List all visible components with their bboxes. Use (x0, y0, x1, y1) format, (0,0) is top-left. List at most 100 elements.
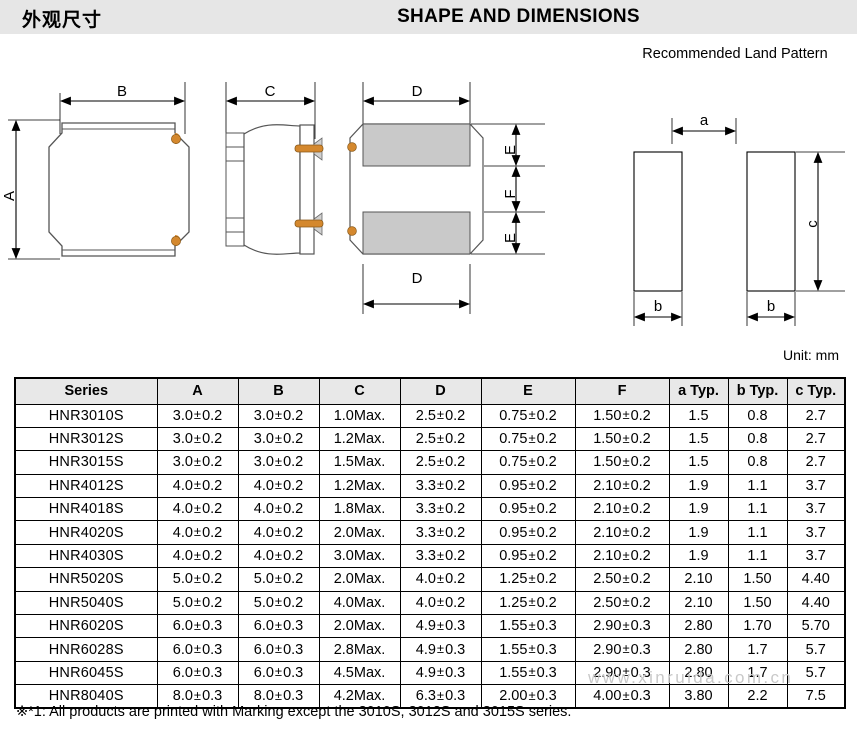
cell-a: 5.0±0.2 (156, 590, 239, 616)
cell-b-typ-: 1.50 (727, 567, 788, 592)
label-dim-a-land: a (700, 112, 709, 129)
cell-a: 3.0±0.2 (156, 426, 239, 452)
cell-series: HNR3010S (14, 403, 158, 428)
cell-series: HNR4030S (14, 543, 158, 569)
cell-c-typ-: 2.7 (786, 426, 846, 452)
drawing-side-view (225, 82, 316, 255)
cell-f: 2.90±0.3 (574, 637, 670, 662)
cell-a: 3.0±0.2 (156, 450, 239, 475)
cell-f: 2.10±0.2 (574, 520, 670, 545)
dimensions-table-wrapper: Series A B C D E F a Typ. b Typ. c Typ. … (14, 377, 846, 710)
cell-d: 4.0±0.2 (399, 590, 482, 616)
cell-b: 4.0±0.2 (237, 497, 320, 522)
cell-series: HNR4020S (14, 520, 158, 545)
cell-a-typ-: 1.5 (668, 450, 729, 475)
cell-b-typ-: 1.1 (727, 473, 788, 499)
cell-b: 3.0±0.2 (237, 426, 320, 452)
cell-c-typ-: 5.7 (786, 660, 846, 686)
table-body: HNR3010S 3.0±0.2 3.0±0.2 1.0Max. 2.5±0.2 0.75… (14, 403, 846, 709)
table-row: HNR4020S 4.0±0.2 4.0±0.2 2.0Max. 3.3±0.2 0.95… (14, 520, 846, 545)
cell-d: 4.9±0.3 (399, 637, 482, 662)
cell-a: 4.0±0.2 (156, 497, 239, 522)
cell-b: 5.0±0.2 (237, 590, 320, 616)
cell-c-typ-: 3.7 (786, 473, 846, 499)
cell-b: 6.0±0.3 (237, 614, 320, 639)
label-dim-d-bottom: D (412, 270, 423, 287)
cell-b-typ-: 1.7 (727, 660, 788, 686)
cell-b-typ-: 1.7 (727, 637, 788, 662)
cell-c-typ-: 7.5 (786, 684, 846, 709)
cell-d: 3.3±0.2 (399, 543, 482, 569)
cell-f: 2.10±0.2 (574, 473, 670, 499)
cell-e: 0.95±0.2 (480, 473, 576, 499)
cell-b-typ-: 2.2 (727, 684, 788, 709)
table-row: HNR6028S 6.0±0.3 6.0±0.3 2.8Max. 4.9±0.3 1.55… (14, 637, 846, 662)
cell-f: 1.50±0.2 (574, 450, 670, 475)
cell-b-typ-: 1.1 (727, 543, 788, 569)
cell-b-typ-: 0.8 (727, 426, 788, 452)
cell-c-typ-: 3.7 (786, 520, 846, 545)
col-header-a: A (156, 377, 239, 405)
cell-a-typ-: 2.80 (668, 614, 729, 639)
cell-e: 0.75±0.2 (480, 426, 576, 452)
cell-d: 4.0±0.2 (399, 567, 482, 592)
table-row: HNR4018S 4.0±0.2 4.0±0.2 1.8Max. 3.3±0.2 0.95… (14, 497, 846, 522)
cell-a-typ-: 1.9 (668, 543, 729, 569)
col-header-c: C (318, 377, 401, 405)
cell-d: 2.5±0.2 (399, 450, 482, 475)
cell-f: 2.10±0.2 (574, 497, 670, 522)
cell-series: HNR6045S (14, 660, 158, 686)
table-row: HNR6045S 6.0±0.3 6.0±0.3 4.5Max. 4.9±0.3 1.55… (14, 660, 846, 686)
col-header-e: E (480, 377, 576, 405)
label-dim-e-top: E (502, 145, 519, 155)
table-row: HNR5020S 5.0±0.2 5.0±0.2 2.0Max. 4.0±0.2 1.25… (14, 567, 846, 592)
cell-c: 2.0Max. (318, 520, 401, 545)
cell-b-typ-: 1.1 (727, 520, 788, 545)
cell-e: 1.55±0.3 (480, 614, 576, 639)
cell-f: 2.50±0.2 (574, 590, 670, 616)
cell-series: HNR3015S (14, 450, 158, 475)
cell-a-typ-: 1.9 (668, 473, 729, 499)
cell-c-typ-: 5.70 (786, 614, 846, 639)
cell-b: 3.0±0.2 (237, 403, 320, 428)
cell-series: HNR6028S (14, 637, 158, 662)
col-header-a-typ: a Typ. (668, 377, 729, 405)
table-row: HNR5040S 5.0±0.2 5.0±0.2 4.0Max. 4.0±0.2 1.25… (14, 590, 846, 616)
cell-e: 1.55±0.3 (480, 660, 576, 686)
col-header-c-typ: c Typ. (786, 377, 846, 405)
table-header-row: Series A B C D E F a Typ. b Typ. c Typ. (14, 377, 846, 405)
cell-c: 1.5Max. (318, 450, 401, 475)
cell-f: 2.90±0.3 (574, 614, 670, 639)
cell-a: 4.0±0.2 (156, 520, 239, 545)
cell-c: 1.8Max. (318, 497, 401, 522)
cell-c-typ-: 3.7 (786, 543, 846, 569)
cell-a-typ-: 1.9 (668, 520, 729, 545)
cell-d: 4.9±0.3 (399, 660, 482, 686)
label-dim-b-land-right: b (767, 298, 775, 315)
cell-f: 2.90±0.3 (574, 660, 670, 686)
cell-a-typ-: 3.80 (668, 684, 729, 709)
cell-c: 1.2Max. (318, 473, 401, 499)
cell-f: 2.50±0.2 (574, 567, 670, 592)
cell-c-typ-: 3.7 (786, 497, 846, 522)
cell-e: 0.75±0.2 (480, 403, 576, 428)
cell-b: 6.0±0.3 (237, 660, 320, 686)
cell-a-typ-: 1.5 (668, 426, 729, 452)
cell-series: HNR4018S (14, 497, 158, 522)
cell-series: HNR5020S (14, 567, 158, 592)
cell-e: 1.25±0.2 (480, 590, 576, 616)
cell-a-typ-: 2.80 (668, 637, 729, 662)
cell-c-typ-: 5.7 (786, 637, 846, 662)
cell-b: 4.0±0.2 (237, 473, 320, 499)
drawing-area: B A C D D E F E a b b c (0, 34, 857, 334)
cell-d: 3.3±0.2 (399, 473, 482, 499)
cell-b: 6.0±0.3 (237, 637, 320, 662)
dimensions-table: Series A B C D E F a Typ. b Typ. c Typ. … (14, 377, 846, 710)
cell-e: 0.75±0.2 (480, 450, 576, 475)
cell-series: HNR6020S (14, 614, 158, 639)
cell-a: 6.0±0.3 (156, 637, 239, 662)
cell-f: 4.00±0.3 (574, 684, 670, 709)
cell-c-typ-: 2.7 (786, 450, 846, 475)
cell-c: 2.0Max. (318, 567, 401, 592)
cell-e: 0.95±0.2 (480, 497, 576, 522)
